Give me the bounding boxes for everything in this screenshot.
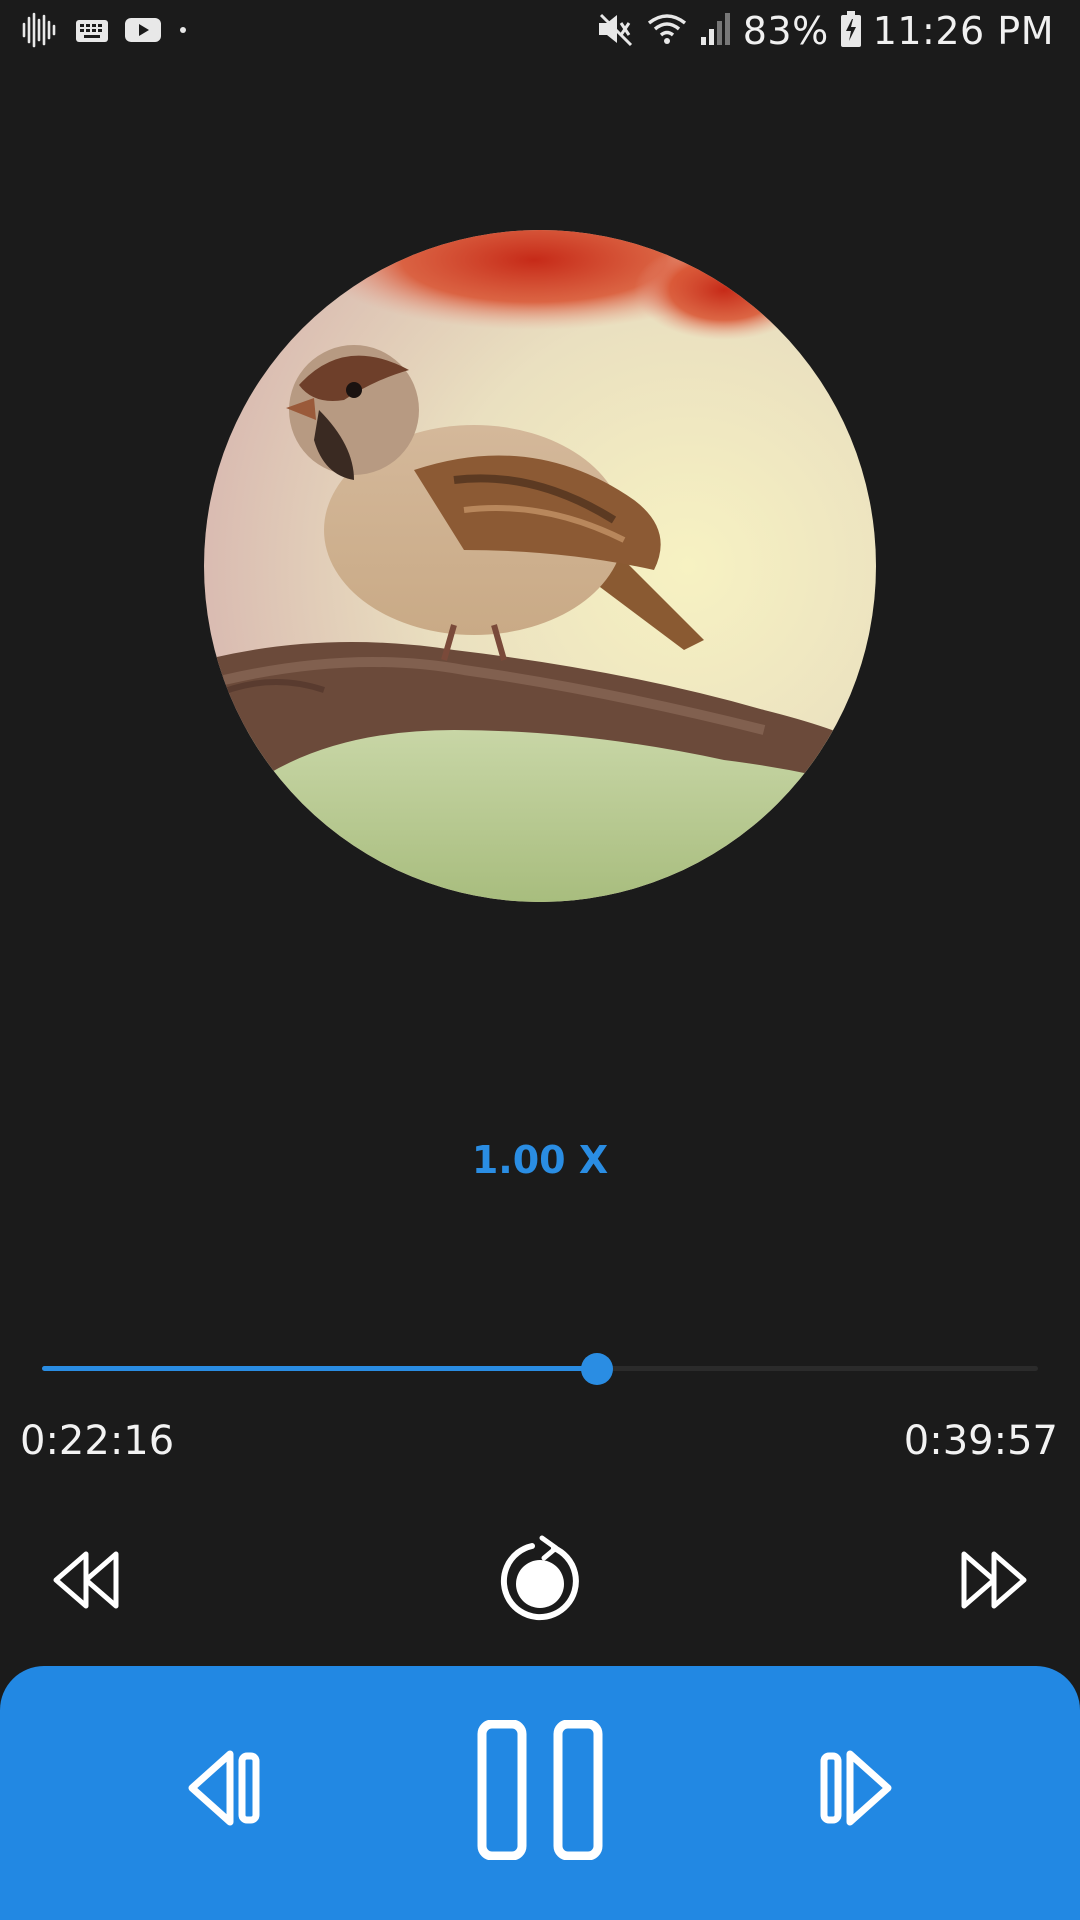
mute-icon [595, 9, 635, 53]
rewind-icon [48, 1542, 124, 1622]
playback-speed[interactable]: 1.00 X [440, 1138, 640, 1182]
audio-wave-icon [20, 10, 60, 54]
signal-icon [699, 9, 733, 53]
pause-icon [470, 1719, 610, 1864]
fast-forward-icon [956, 1542, 1032, 1622]
album-art [204, 230, 876, 902]
battery-charging-icon [839, 9, 863, 53]
skip-next-icon [812, 1746, 896, 1834]
seek-progress [42, 1366, 597, 1371]
skip-previous-icon [184, 1746, 268, 1834]
dot-icon [176, 12, 190, 52]
seek-bar[interactable] [42, 1346, 1038, 1392]
keyboard-icon [74, 12, 110, 52]
control-panel [0, 1666, 1080, 1920]
repeat-button[interactable] [494, 1534, 586, 1630]
repeat-icon [494, 1534, 586, 1630]
youtube-icon [124, 12, 162, 52]
status-bar: 83% 11:26 PM [0, 0, 1080, 62]
fast-forward-button[interactable] [954, 1542, 1034, 1622]
previous-button[interactable] [184, 1748, 268, 1832]
seek-thumb[interactable] [581, 1353, 613, 1385]
wifi-icon [645, 9, 689, 53]
status-system: 83% 11:26 PM [595, 6, 1054, 56]
total-duration: 0:39:57 [903, 1418, 1058, 1464]
next-button[interactable] [812, 1748, 896, 1832]
status-notifications [20, 10, 190, 54]
clock: 11:26 PM [872, 9, 1054, 53]
music-player-screen: 83% 11:26 PM 1.00 X 0:22:16 0:39:57 [0, 0, 1080, 1920]
rewind-button[interactable] [46, 1542, 126, 1622]
battery-percent: 83% [742, 9, 829, 53]
pause-button[interactable] [470, 1719, 610, 1864]
elapsed-time: 0:22:16 [20, 1418, 175, 1464]
